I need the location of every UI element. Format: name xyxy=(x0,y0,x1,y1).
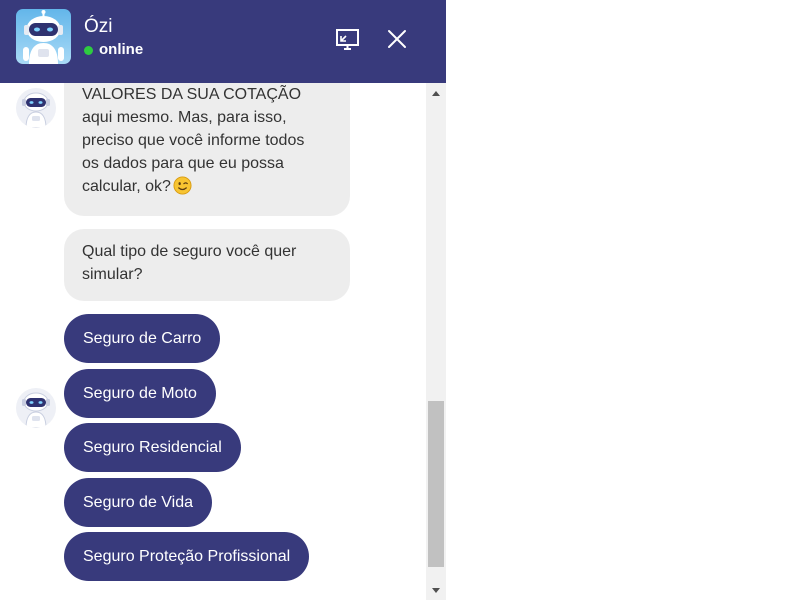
fullscreen-button[interactable] xyxy=(335,26,361,52)
chat-widget: Ózi online VALORES DA SUA COTAÇÃO aqui m… xyxy=(0,0,446,600)
bot-avatar-icon xyxy=(16,388,56,428)
robot-avatar-icon xyxy=(16,9,71,64)
bot-status: online xyxy=(84,41,143,59)
online-indicator-icon xyxy=(84,45,93,55)
scroll-thumb[interactable] xyxy=(428,401,444,567)
triangle-down-icon xyxy=(432,588,440,593)
close-icon xyxy=(388,30,406,48)
chat-message-bubble: VALORES DA SUA COTAÇÃO aqui mesmo. Mas, … xyxy=(64,83,350,216)
scroll-up-arrow[interactable] xyxy=(426,85,446,102)
chat-header: Ózi online xyxy=(0,0,446,83)
screen-icon xyxy=(336,29,359,50)
message-line: Qual tipo de seguro você quer xyxy=(82,243,297,260)
message-line: simular? xyxy=(82,266,143,283)
winking-face-emoji-icon xyxy=(173,176,192,195)
message-line: os dados para que eu possa xyxy=(82,155,284,172)
bot-avatar-icon xyxy=(16,88,56,128)
close-button[interactable] xyxy=(384,26,410,52)
option-seguro-moto-button[interactable]: Seguro de Moto xyxy=(64,369,216,418)
message-scrollbar[interactable] xyxy=(426,83,446,600)
message-list[interactable]: VALORES DA SUA COTAÇÃO aqui mesmo. Mas, … xyxy=(0,83,426,600)
bot-name: Ózi xyxy=(84,16,113,37)
triangle-up-icon xyxy=(432,91,440,96)
message-line: aqui mesmo. Mas, para isso, xyxy=(82,109,287,126)
message-line: calcular, ok? xyxy=(82,178,171,195)
message-line: VALORES DA SUA COTAÇÃO xyxy=(82,86,302,103)
chat-message-bubble: Qual tipo de seguro você quer simular? xyxy=(64,229,350,301)
option-seguro-carro-button[interactable]: Seguro de Carro xyxy=(64,314,221,363)
bot-status-label: online xyxy=(99,41,144,58)
option-seguro-protecao-profissional-button[interactable]: Seguro Proteção Profissional xyxy=(64,532,310,581)
message-line-last: calcular, ok? xyxy=(82,175,332,198)
scroll-down-arrow[interactable] xyxy=(426,582,446,599)
option-seguro-residencial-button[interactable]: Seguro Residencial xyxy=(64,423,241,472)
option-seguro-vida-button[interactable]: Seguro de Vida xyxy=(64,478,213,527)
message-line: preciso que você informe todos xyxy=(82,132,305,149)
